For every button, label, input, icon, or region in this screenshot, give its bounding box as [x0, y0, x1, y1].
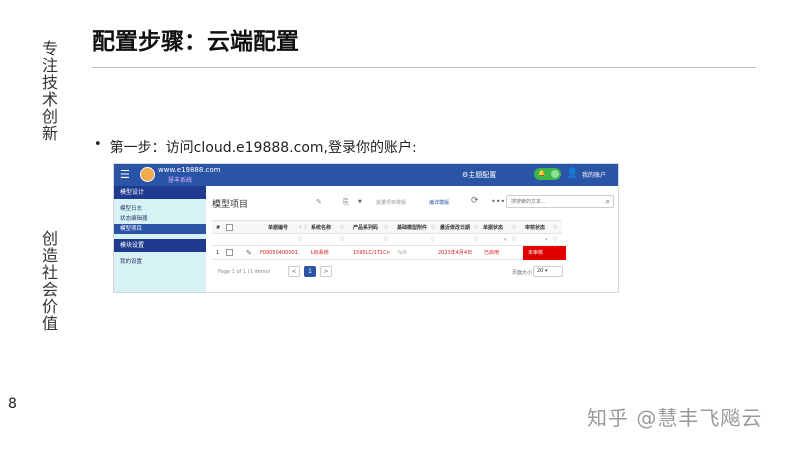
logo-url: www.e19888.com: [158, 166, 221, 174]
theme-config-button[interactable]: ⚙主题配置: [462, 170, 496, 180]
search-box: ⌕: [506, 195, 614, 208]
doc-no-link[interactable]: F09050400001: [260, 246, 298, 259]
more-icon[interactable]: •••: [491, 197, 505, 206]
current-page-button[interactable]: 1: [304, 266, 316, 277]
filter-icon[interactable]: ▽: [474, 221, 478, 233]
title-divider: [92, 67, 756, 68]
pager-info: Page 1 of 1 (1 items): [218, 269, 271, 275]
step-text: 第一步：访问cloud.e19888.com,登录你的账户:: [109, 140, 417, 156]
logo-icon: [140, 167, 155, 182]
data-grid: # 单据编号 ↑ ▽ 系统名称 ▽ 产品系列码 ▽ 基础模型附件 ▽ 最近修改日…: [212, 220, 566, 260]
sidebar-section-module-settings[interactable]: 模块设置: [114, 239, 206, 252]
sort-icon[interactable]: ↑ ▽: [298, 221, 308, 233]
edit-icon[interactable]: ✎: [246, 246, 252, 259]
filter-icon[interactable]: ▽: [474, 234, 478, 245]
side-slogan-top: 专注技术创新: [39, 40, 58, 142]
bell-icon: 🔔: [538, 170, 546, 177]
search-input[interactable]: [507, 196, 597, 207]
doc-status-cell: 已启用: [484, 250, 500, 256]
copy-icon[interactable]: ⎘: [343, 198, 349, 207]
sidebar-item-my-settings[interactable]: 我的设置: [114, 257, 206, 267]
filter-icon[interactable]: ▽: [512, 234, 516, 245]
bullet-mark: •: [94, 137, 102, 152]
logo-subtitle: 慧丰系统: [168, 177, 193, 184]
step-bullet: • 第一步：访问cloud.e19888.com,登录你的账户:: [94, 137, 417, 157]
theme-config-label: 主题配置: [468, 171, 497, 179]
next-page-button[interactable]: >: [320, 266, 332, 277]
system-name-cell: Ŀ标系统: [311, 250, 329, 256]
filter-icon[interactable]: ▽: [384, 221, 388, 233]
watermark: 知乎 @慧丰飞飚云: [587, 406, 763, 430]
sidebar-section-model-design[interactable]: 模型设计: [114, 186, 206, 199]
filter-icon[interactable]: ▽: [340, 221, 344, 233]
select-all-checkbox[interactable]: [226, 221, 233, 233]
sidebar-item-model-log[interactable]: 模型日志: [114, 204, 206, 214]
table-row[interactable]: 1 ✎ F09050400001 Ŀ标系统 1595LC/1T1Cn N/A 2…: [212, 246, 566, 260]
filter-icon[interactable]: ▽: [298, 234, 302, 245]
col-audit-status-header[interactable]: 审核状态: [525, 221, 545, 233]
attachment-cell: N/A: [398, 250, 407, 256]
sidebar-item-status-editor[interactable]: 状态编辑器: [114, 214, 206, 224]
refresh-icon[interactable]: ⟳: [471, 196, 479, 206]
app-sidebar: 模型设计 模型日志 状态编辑器 模型项目 模块设置 我的设置: [114, 186, 206, 292]
col-doc-no-header[interactable]: 单据编号: [268, 221, 288, 233]
filter-icon[interactable]: ▽: [553, 221, 557, 233]
bulk-layout-button[interactable]: 批量项目排版: [376, 199, 406, 206]
filter-icon[interactable]: ▽: [340, 234, 344, 245]
page-size-value: 20: [537, 268, 544, 274]
app-screenshot: ☰ www.e19888.com 慧丰系统 ⚙主题配置 🔔 👤 我的账户 模型设…: [113, 163, 619, 293]
account-menu[interactable]: 我的账户: [582, 170, 606, 179]
col-doc-status-header[interactable]: 单据状态: [483, 221, 503, 233]
page-number: 8: [8, 396, 17, 412]
row-index: 1: [216, 250, 220, 256]
edit-icon[interactable]: ✎: [316, 198, 322, 206]
menu-icon[interactable]: ☰: [120, 169, 130, 180]
user-icon[interactable]: 👤: [566, 168, 578, 179]
slide-title: 配置步骤：云端配置: [92, 29, 299, 55]
row-checkbox[interactable]: [226, 246, 233, 259]
col-product-code-header[interactable]: 产品系列码: [353, 221, 378, 233]
pagination: Page 1 of 1 (1 items) < 1 > 页面大小 20 ▾: [218, 266, 563, 280]
app-topbar: ☰ www.e19888.com 慧丰系统 ⚙主题配置 🔔 👤 我的账户: [114, 164, 618, 186]
filter-icon[interactable]: ▽: [384, 234, 388, 245]
col-system-name-header[interactable]: 系统名称: [311, 221, 331, 233]
notification-toggle[interactable]: 🔔: [534, 168, 561, 180]
filter-icon[interactable]: ▽: [431, 234, 435, 245]
col-modified-header[interactable]: 最近修改日期: [440, 221, 470, 233]
filter-icon[interactable]: ▽: [512, 221, 516, 233]
grid-filter-row: ▽ ▽ ▽ ▽ ▽ ▾ ▽ ▾ ▽: [212, 234, 562, 246]
chevron-down-icon[interactable]: ▾: [545, 234, 548, 245]
grid-header-row: # 单据编号 ↑ ▽ 系统名称 ▽ 产品系列码 ▽ 基础模型附件 ▽ 最近修改日…: [212, 220, 562, 234]
chevron-down-icon[interactable]: ▼: [358, 199, 362, 205]
sidebar-item-model-project[interactable]: 模型项目: [114, 224, 206, 234]
app-main: 模型项目 ✎ ⎘ ▼ 批量项目排版 编详模版 ⟳ ••• ⌕ # 单据编号 ↑ …: [206, 186, 618, 292]
page-size-select[interactable]: 20 ▾: [533, 266, 563, 277]
modified-date-cell: 2023年4月4日: [438, 250, 473, 256]
page-size-label: 页面大小: [512, 270, 533, 276]
prev-page-button[interactable]: <: [288, 266, 300, 277]
side-slogan-bottom: 创造社会价值: [39, 230, 58, 332]
product-code-cell: 1595LC/1T1Cn: [353, 250, 390, 256]
col-attachment-header[interactable]: 基础模型附件: [397, 221, 427, 233]
filter-icon[interactable]: ▽: [553, 234, 557, 245]
detail-template-button[interactable]: 编详模版: [429, 199, 449, 206]
audit-status-badge: 未审核: [523, 246, 566, 260]
page-title: 模型项目: [212, 200, 249, 210]
filter-icon[interactable]: ▽: [431, 221, 435, 233]
col-index-header: #: [216, 225, 221, 231]
search-icon[interactable]: ⌕: [606, 197, 610, 207]
chevron-down-icon[interactable]: ▾: [504, 234, 507, 245]
toggle-knob: [551, 170, 559, 178]
